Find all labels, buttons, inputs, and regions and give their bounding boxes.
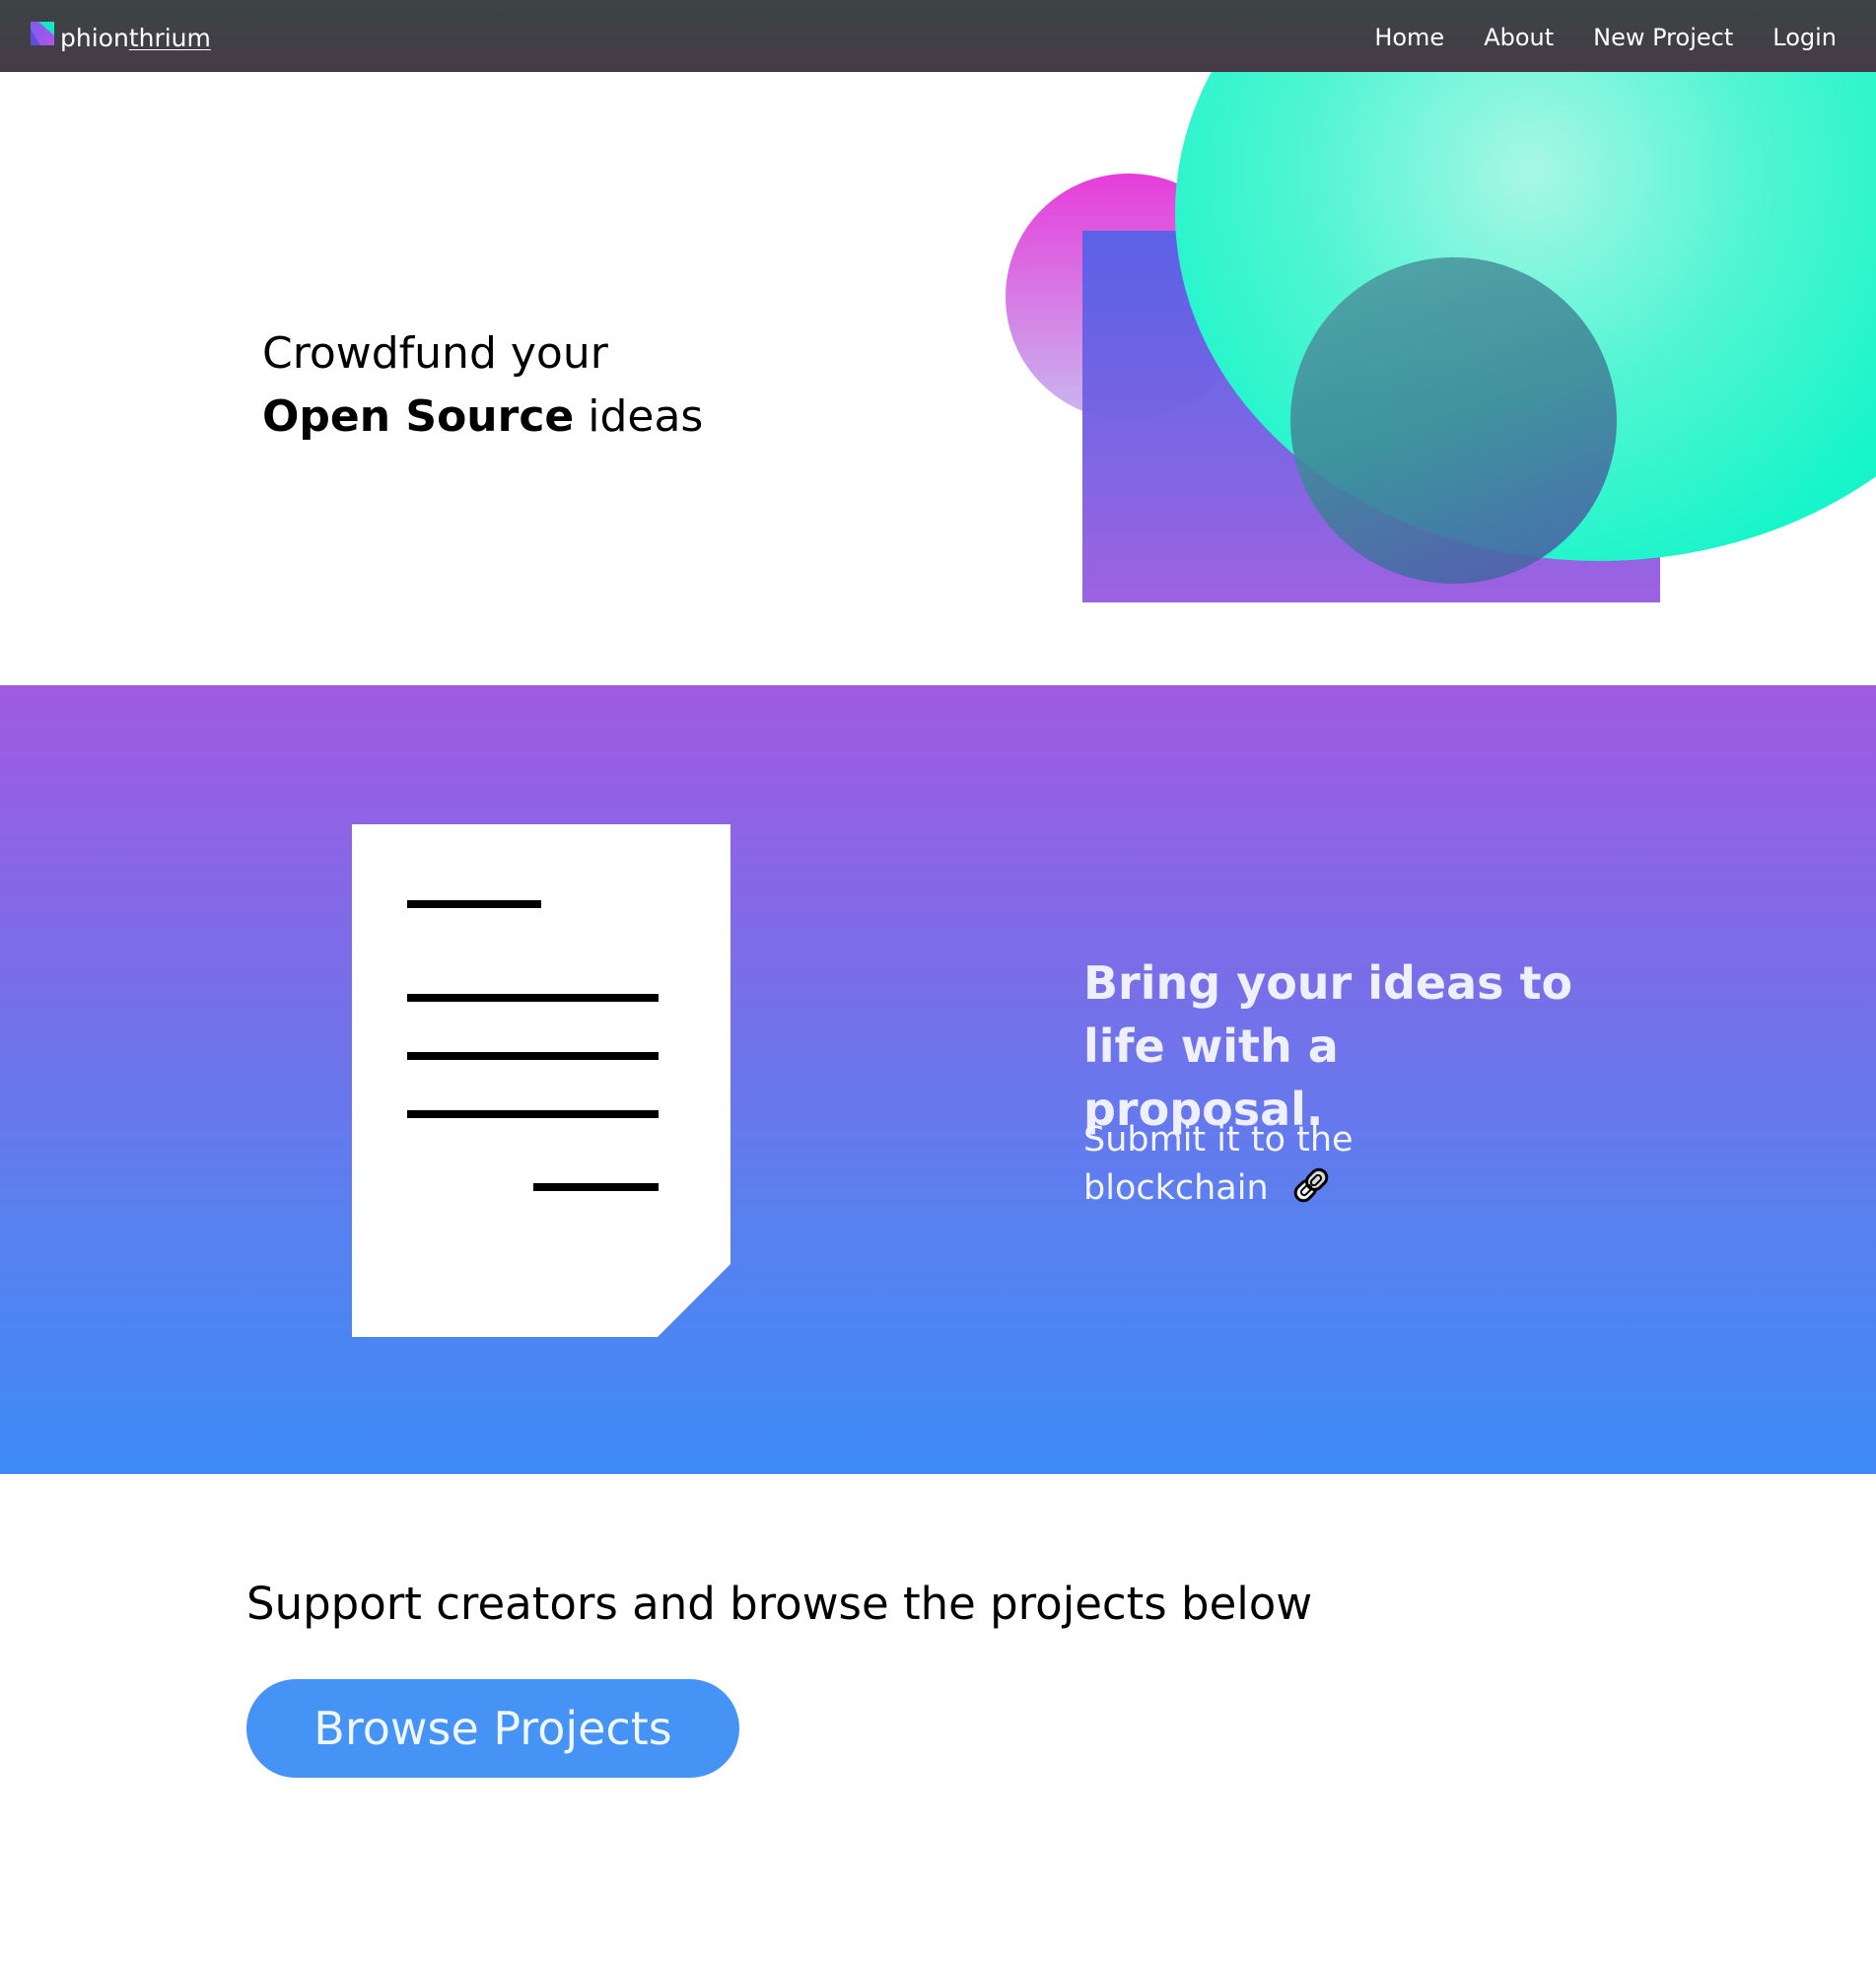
hero-heading: Crowdfund your Open Source ideas	[262, 322, 703, 449]
support-heading: Support creators and browse the projects…	[246, 1578, 1313, 1630]
hero-heading-bold: Open Source	[262, 391, 575, 442]
hero-heading-line1: Crowdfund your	[262, 328, 608, 379]
proposal-subtitle: Submit it to the blockchain	[1083, 1116, 1419, 1213]
browse-projects-button[interactable]: Browse Projects	[246, 1679, 739, 1778]
top-navbar: phion thrium Home About New Project Login	[0, 0, 1876, 72]
phionthrium-logo-icon	[31, 22, 54, 45]
document-icon	[352, 824, 730, 1337]
brand-name-prefix: phion	[60, 23, 129, 52]
nav-link-new-project[interactable]: New Project	[1593, 20, 1733, 55]
hero-dark-teal-circle-shape	[1290, 257, 1617, 584]
nav-links: Home About New Project Login	[1374, 20, 1837, 55]
nav-link-home[interactable]: Home	[1374, 20, 1444, 55]
hero-section: Crowdfund your Open Source ideas	[0, 72, 1876, 685]
chain-link-icon	[1293, 1167, 1329, 1203]
proposal-section: Bring your ideas to life with a proposal…	[0, 685, 1876, 1474]
proposal-title: Bring your ideas to life with a proposal…	[1083, 956, 1573, 1136]
nav-link-login[interactable]: Login	[1772, 20, 1837, 55]
brand-link[interactable]: phion thrium	[31, 20, 211, 55]
brand-name-suffix: thrium	[128, 23, 211, 52]
hero-heading-rest: ideas	[574, 391, 704, 442]
nav-link-about[interactable]: About	[1484, 20, 1554, 55]
